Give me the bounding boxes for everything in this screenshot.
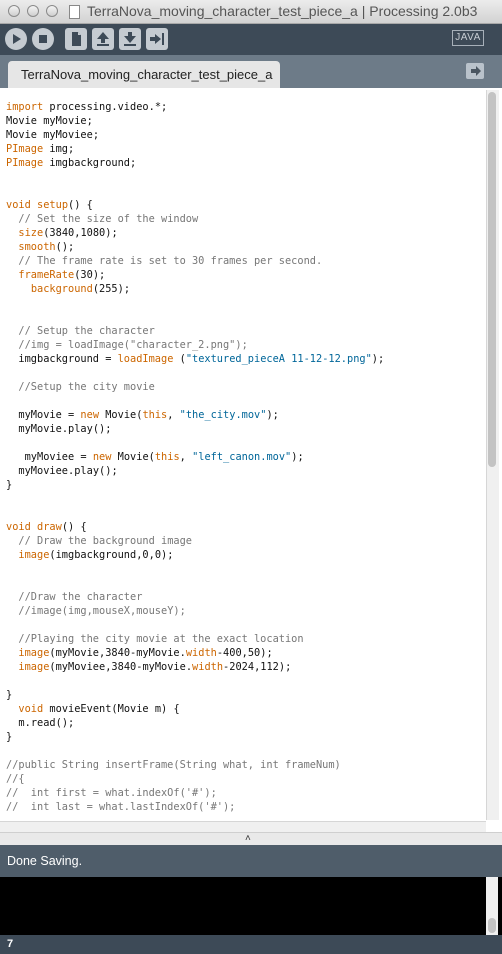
code-line[interactable]: // int last = what.lastIndexOf('#'); (6, 800, 384, 814)
code-line[interactable]: void movieEvent(Movie m) { (6, 702, 384, 716)
mode-selector[interactable]: JAVA (452, 30, 484, 46)
code-line[interactable]: //image(img,mouseX,mouseY); (6, 604, 384, 618)
code-line[interactable] (6, 576, 384, 590)
code-line[interactable] (6, 744, 384, 758)
console-scroll-thumb[interactable] (488, 918, 496, 933)
code-line[interactable] (6, 506, 384, 520)
code-line[interactable]: myMovie.play(); (6, 422, 384, 436)
code-line[interactable]: Movie myMoviee; (6, 128, 384, 142)
open-button[interactable] (92, 28, 114, 50)
open-icon (97, 32, 109, 46)
stop-icon (39, 35, 47, 43)
editor-horizontal-scrollbar[interactable] (0, 821, 486, 832)
code-line[interactable]: void setup() { (6, 198, 384, 212)
code-line[interactable]: image(imgbackground,0,0); (6, 548, 384, 562)
code-line[interactable]: myMoviee = new Movie(this, "left_canon.m… (6, 450, 384, 464)
code-line[interactable]: //Playing the city movie at the exact lo… (6, 632, 384, 646)
minimize-window-button[interactable] (27, 5, 39, 17)
status-message: Done Saving. (7, 854, 83, 868)
status-bar: Done Saving. (0, 845, 502, 877)
console-divider[interactable] (0, 832, 502, 845)
chevron-up-icon[interactable]: ˄ (245, 833, 251, 844)
tab-menu-button[interactable] (466, 63, 484, 79)
close-window-button[interactable] (8, 5, 20, 17)
code-line[interactable] (6, 310, 384, 324)
code-line[interactable]: // The frame rate is set to 30 frames pe… (6, 254, 384, 268)
code-line[interactable]: } (6, 688, 384, 702)
code-line[interactable]: } (6, 478, 384, 492)
code-line[interactable] (6, 366, 384, 380)
code-line[interactable]: image(myMovie,3840-myMovie.width-400,50)… (6, 646, 384, 660)
code-line[interactable] (6, 618, 384, 632)
document-icon (69, 5, 80, 19)
code-line[interactable]: PImage img; (6, 142, 384, 156)
save-button[interactable] (119, 28, 141, 50)
code-text[interactable]: import processing.video.*; Movie myMovie;… (6, 100, 384, 814)
code-line[interactable]: } (6, 730, 384, 744)
code-line[interactable]: size(3840,1080); (6, 226, 384, 240)
code-line[interactable]: PImage imgbackground; (6, 156, 384, 170)
code-line[interactable]: import processing.video.*; (6, 100, 384, 114)
stop-button[interactable] (32, 28, 54, 50)
code-line[interactable] (6, 436, 384, 450)
code-line[interactable]: // Setup the character (6, 324, 384, 338)
code-line[interactable]: // Set the size of the window (6, 212, 384, 226)
code-editor[interactable]: import processing.video.*; Movie myMovie;… (0, 88, 502, 832)
code-line[interactable] (6, 394, 384, 408)
code-line[interactable]: background(255); (6, 282, 384, 296)
editor-scroll-thumb[interactable] (488, 92, 496, 467)
toolbar: JAVA (0, 24, 502, 55)
code-line[interactable]: //img = loadImage("character_2.png"); (6, 338, 384, 352)
tab-bar: TerraNova_moving_character_test_piece_a (0, 55, 502, 88)
code-line[interactable]: smooth(); (6, 240, 384, 254)
code-line[interactable]: // Draw the background image (6, 534, 384, 548)
code-line[interactable]: frameRate(30); (6, 268, 384, 282)
code-line[interactable] (6, 562, 384, 576)
run-icon (13, 34, 21, 44)
line-number: 7 (7, 938, 14, 950)
code-line[interactable]: //{ (6, 772, 384, 786)
code-line[interactable]: //public String insertFrame(String what,… (6, 758, 384, 772)
new-button[interactable] (65, 28, 87, 50)
zoom-window-button[interactable] (46, 5, 58, 17)
code-line[interactable]: imgbackground = loadImage ("textured_pie… (6, 352, 384, 366)
code-line[interactable]: m.read(); (6, 716, 384, 730)
code-line[interactable]: void draw() { (6, 520, 384, 534)
console-output[interactable] (0, 877, 502, 935)
code-line[interactable] (6, 492, 384, 506)
tab-sketch[interactable]: TerraNova_moving_character_test_piece_a (8, 61, 280, 88)
window-title: TerraNova_moving_character_test_piece_a … (87, 3, 478, 19)
code-line[interactable]: image(myMoviee,3840-myMovie.width-2024,1… (6, 660, 384, 674)
code-line[interactable] (6, 184, 384, 198)
save-icon (124, 32, 136, 46)
code-line[interactable]: // int first = what.indexOf('#'); (6, 786, 384, 800)
export-button[interactable] (146, 28, 168, 50)
code-line[interactable] (6, 296, 384, 310)
new-icon (72, 32, 81, 46)
code-line[interactable] (6, 170, 384, 184)
code-line[interactable]: myMovie = new Movie(this, "the_city.mov"… (6, 408, 384, 422)
code-line[interactable]: myMoviee.play(); (6, 464, 384, 478)
window-titlebar: TerraNova_moving_character_test_piece_a … (0, 0, 502, 24)
code-line[interactable]: //Setup the city movie (6, 380, 384, 394)
code-line[interactable]: Movie myMovie; (6, 114, 384, 128)
code-line[interactable]: //Draw the character (6, 590, 384, 604)
run-button[interactable] (5, 28, 27, 50)
export-icon (150, 33, 164, 45)
code-line[interactable] (6, 674, 384, 688)
footer-bar: 7 (0, 935, 502, 954)
arrow-right-icon (471, 66, 481, 76)
